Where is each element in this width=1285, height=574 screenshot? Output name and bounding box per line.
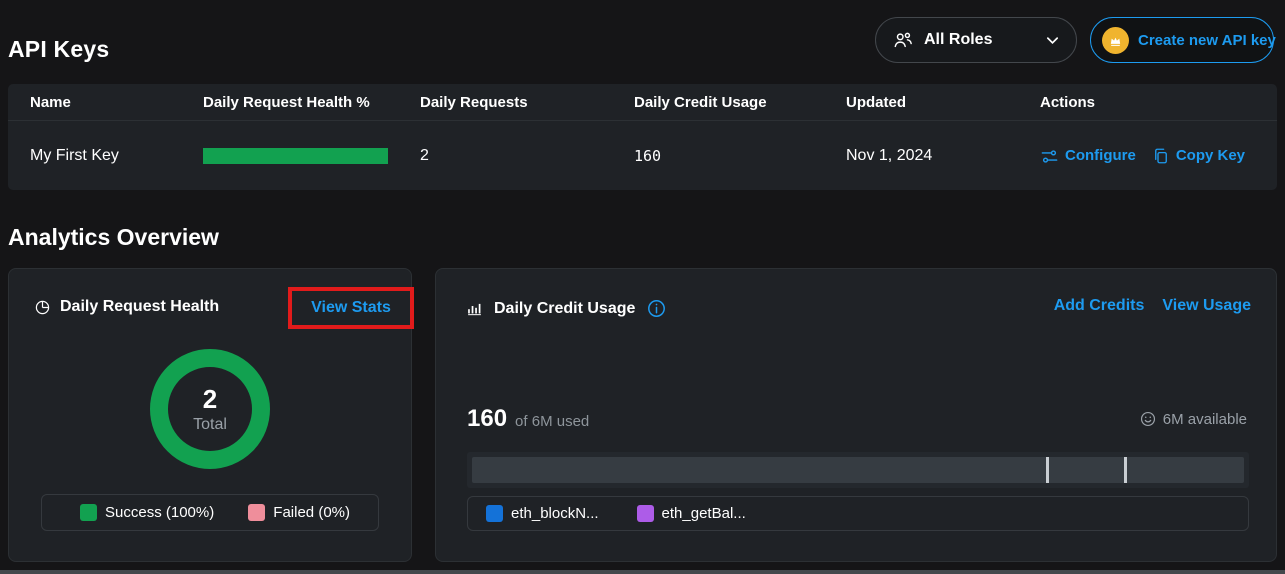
failed-swatch (248, 504, 265, 521)
eth-getbalance-label: eth_getBal... (662, 505, 746, 522)
donut-total-value: 2 (203, 384, 217, 415)
donut-center-text: 2 Total (150, 349, 270, 469)
credit-usage-progress-bar (467, 452, 1249, 488)
column-header-updated: Updated (846, 84, 906, 121)
health-card-title: Daily Request Health (60, 298, 219, 316)
legend-item-eth-getbalance: eth_getBal... (637, 505, 746, 522)
analytics-overview-title: Analytics Overview (8, 224, 219, 251)
roles-filter-dropdown[interactable]: All Roles (875, 17, 1077, 63)
page-title: API Keys (8, 36, 109, 63)
credit-card-title: Daily Credit Usage (494, 300, 635, 318)
credits-available: 6M available (1139, 410, 1247, 428)
crown-icon (1102, 27, 1129, 54)
daily-requests-value: 2 (420, 122, 429, 190)
legend-item-eth-blocknumber: eth_blockN... (486, 505, 599, 522)
api-key-name: My First Key (30, 122, 119, 190)
row-actions: Configure Copy Key (1040, 122, 1245, 190)
updated-value: Nov 1, 2024 (846, 122, 932, 190)
eth-blocknumber-swatch (486, 505, 503, 522)
eth-blocknumber-label: eth_blockN... (511, 505, 599, 522)
success-label: Success (100%) (105, 504, 214, 521)
column-header-name: Name (30, 84, 71, 121)
credits-used-stat: 160 of 6M used (467, 405, 589, 433)
api-keys-table: Name Daily Request Health % Daily Reques… (8, 84, 1277, 190)
legend-item-success: Success (100%) (80, 504, 214, 521)
success-swatch (80, 504, 97, 521)
usage-tick-2 (1124, 457, 1127, 483)
health-percent-bar (203, 148, 388, 164)
copy-key-link[interactable]: Copy Key (1152, 122, 1245, 190)
credit-card-links: Add Credits View Usage (1054, 297, 1251, 315)
create-api-key-button[interactable]: Create new API key (1090, 17, 1274, 63)
people-icon (892, 29, 914, 51)
credits-used-caption: of 6M used (515, 413, 589, 430)
table-header-row: Name Daily Request Health % Daily Reques… (8, 84, 1277, 121)
view-usage-link[interactable]: View Usage (1162, 297, 1251, 315)
health-card-header: Daily Request Health (34, 298, 219, 316)
copy-icon (1152, 147, 1170, 165)
column-header-requests: Daily Requests (420, 84, 528, 121)
column-header-credits: Daily Credit Usage (634, 84, 767, 121)
eth-getbalance-swatch (637, 505, 654, 522)
donut-total-label: Total (193, 416, 227, 434)
view-stats-annotation-box: View Stats (288, 287, 414, 329)
create-api-key-label: Create new API key (1138, 32, 1276, 49)
column-header-actions: Actions (1040, 84, 1095, 121)
credit-usage-progress-track (472, 457, 1244, 483)
credits-used-value: 160 (467, 405, 507, 433)
usage-tick-1 (1046, 457, 1049, 483)
sliders-icon (1040, 147, 1059, 166)
credit-card-header: Daily Credit Usage (466, 298, 667, 319)
configure-label: Configure (1065, 122, 1136, 190)
api-keys-dashboard: API Keys All Roles Create new API key Na… (0, 0, 1285, 574)
legend-item-failed: Failed (0%) (248, 504, 350, 521)
daily-credit-usage-value: 160 (634, 122, 661, 190)
credits-available-label: 6M available (1163, 411, 1247, 428)
bar-chart-icon (466, 300, 483, 317)
copy-key-label: Copy Key (1176, 122, 1245, 190)
pie-chart-icon (34, 299, 51, 316)
column-header-health: Daily Request Health % (203, 84, 370, 121)
configure-link[interactable]: Configure (1040, 122, 1136, 190)
table-row: My First Key 2 160 Nov 1, 2024 Configure (8, 122, 1277, 190)
failed-label: Failed (0%) (273, 504, 350, 521)
bottom-edge-strip (0, 570, 1285, 574)
info-icon[interactable] (646, 298, 667, 319)
smiley-icon (1139, 410, 1157, 428)
add-credits-link[interactable]: Add Credits (1054, 297, 1145, 315)
credit-legend-box: eth_blockN... eth_getBal... (467, 496, 1249, 531)
view-stats-link[interactable]: View Stats (311, 299, 391, 317)
roles-filter-label: All Roles (924, 31, 992, 49)
chevron-down-icon (1045, 33, 1060, 48)
daily-credit-usage-card: Daily Credit Usage Add Credits View Usag… (435, 268, 1277, 562)
health-legend-box: Success (100%) Failed (0%) (41, 494, 379, 531)
daily-request-health-card: Daily Request Health View Stats 2 Total … (8, 268, 412, 562)
